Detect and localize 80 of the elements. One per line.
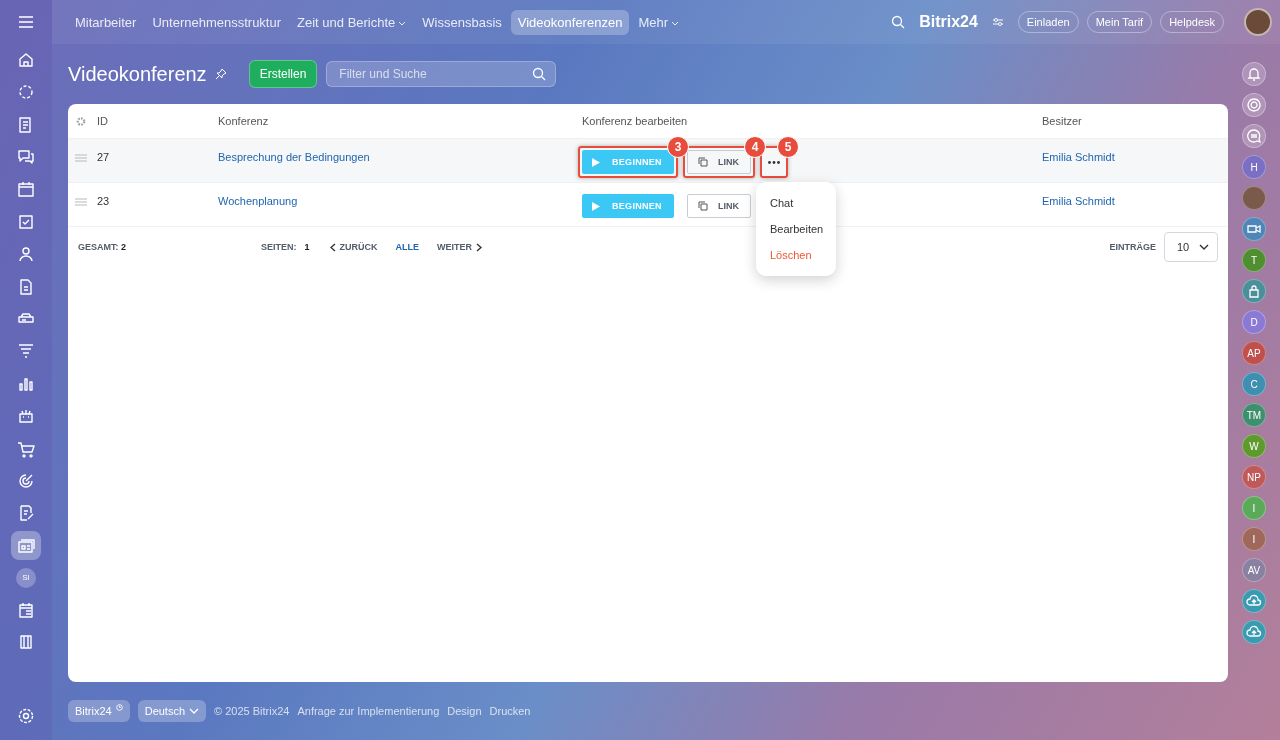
footer-link[interactable]: Design: [447, 705, 482, 717]
chevron-right-icon: [476, 242, 483, 252]
user-avatar[interactable]: [1244, 8, 1272, 36]
contact-avatar[interactable]: W: [1242, 434, 1266, 458]
search-icon[interactable]: [532, 67, 547, 81]
chevron-left-icon: [329, 242, 336, 252]
nav-tab[interactable]: Videokonferenzen: [510, 9, 630, 35]
play-icon: [592, 201, 600, 211]
chat-icon[interactable]: [1242, 124, 1266, 148]
gear-icon[interactable]: [75, 115, 87, 127]
menu-item[interactable]: Chat: [756, 190, 836, 216]
previous-page-link[interactable]: ZURÜCK: [329, 242, 378, 252]
video-icon[interactable]: [1242, 217, 1266, 241]
page-title: Videokonferenz: [68, 62, 207, 86]
sliders-icon[interactable]: [991, 17, 1004, 27]
bell-icon[interactable]: [1242, 62, 1266, 86]
contact-avatar[interactable]: H: [1242, 155, 1266, 179]
conference-link[interactable]: Wochenplanung: [218, 195, 582, 207]
clock-icon: [115, 704, 123, 711]
contact-avatar[interactable]: D: [1242, 310, 1266, 334]
contact-avatar[interactable]: T: [1242, 248, 1266, 272]
nav-tab[interactable]: Mitarbeiter: [68, 9, 144, 35]
step-badge: 4: [744, 136, 766, 158]
owner-link[interactable]: Emilia Schmidt: [1042, 195, 1228, 207]
search-icon[interactable]: [891, 15, 906, 29]
brand-button[interactable]: Bitrix24: [68, 700, 130, 722]
column-header: Besitzer: [1042, 115, 1083, 127]
more-dots-icon: [768, 160, 780, 164]
owner-link[interactable]: Emilia Schmidt: [1042, 151, 1228, 163]
contact-avatar[interactable]: C: [1242, 372, 1266, 396]
page-number: 1: [304, 242, 310, 252]
contact-avatar[interactable]: NP: [1242, 465, 1266, 489]
step-badge: 5: [777, 136, 799, 158]
card-icon[interactable]: [11, 531, 41, 561]
menu-item[interactable]: Löschen: [756, 242, 836, 268]
table-cell-text: 27: [97, 151, 111, 163]
copy-icon: [698, 201, 708, 211]
step-badge: 3: [667, 136, 689, 158]
nav-tab[interactable]: Wissensbasis: [415, 9, 509, 35]
column-header: Konferenz bearbeiten: [582, 115, 689, 127]
all-pages-link[interactable]: ALLE: [395, 242, 420, 252]
create-button[interactable]: Erstellen: [248, 60, 318, 88]
nav-tab[interactable]: Mehr: [631, 9, 686, 35]
footer-link[interactable]: Anfrage zur Implementierung: [297, 705, 440, 717]
nav-tab[interactable]: Unternehmensstruktur: [145, 9, 289, 35]
lock-icon[interactable]: [1242, 279, 1266, 303]
nav-tab[interactable]: Zeit und Berichte: [290, 9, 414, 35]
chevron-down-icon: [1199, 244, 1209, 250]
next-page-link[interactable]: WEITER: [437, 242, 483, 252]
language-dropdown[interactable]: Deutsch: [137, 700, 207, 722]
table-cell-text: 23: [97, 195, 111, 207]
chevron-down-icon: [189, 708, 200, 714]
drag-handle-icon[interactable]: [75, 154, 87, 162]
total-count: GESAMT: 2: [78, 242, 127, 252]
footer-link[interactable]: Drucken: [489, 705, 531, 717]
copy-link-button[interactable]: LINK: [687, 194, 751, 218]
contact-avatar[interactable]: [1242, 186, 1266, 210]
column-header: Konferenz: [218, 115, 270, 127]
target-icon[interactable]: [1242, 93, 1266, 117]
conference-link[interactable]: Besprechung der Bedingungen: [218, 151, 582, 163]
start-button[interactable]: BEGINNEN: [582, 150, 674, 174]
contact-avatar[interactable]: AP: [1242, 341, 1266, 365]
drag-handle-icon[interactable]: [75, 198, 87, 206]
copyright-text: © 2025 Bitrix24: [214, 705, 290, 717]
column-header: ID: [97, 115, 109, 127]
entries-label: EINTRÄGE: [1109, 242, 1156, 252]
copy-icon: [698, 157, 708, 167]
cloud-icon[interactable]: [1242, 620, 1266, 644]
contact-avatar[interactable]: TM: [1242, 403, 1266, 427]
contact-avatar[interactable]: AV: [1242, 558, 1266, 582]
cloud-icon[interactable]: [1242, 589, 1266, 613]
start-button[interactable]: BEGINNEN: [582, 194, 674, 218]
pages-label: SEITEN:: [261, 242, 297, 252]
contact-avatar[interactable]: I: [1242, 496, 1266, 520]
user-avatar[interactable]: SI: [16, 567, 36, 588]
brand-logo[interactable]: Bitrix24: [919, 13, 978, 31]
pin-icon[interactable]: [214, 68, 227, 80]
contact-avatar[interactable]: I: [1242, 527, 1266, 551]
play-icon: [592, 157, 600, 167]
entries-dropdown[interactable]: 10: [1164, 232, 1218, 262]
